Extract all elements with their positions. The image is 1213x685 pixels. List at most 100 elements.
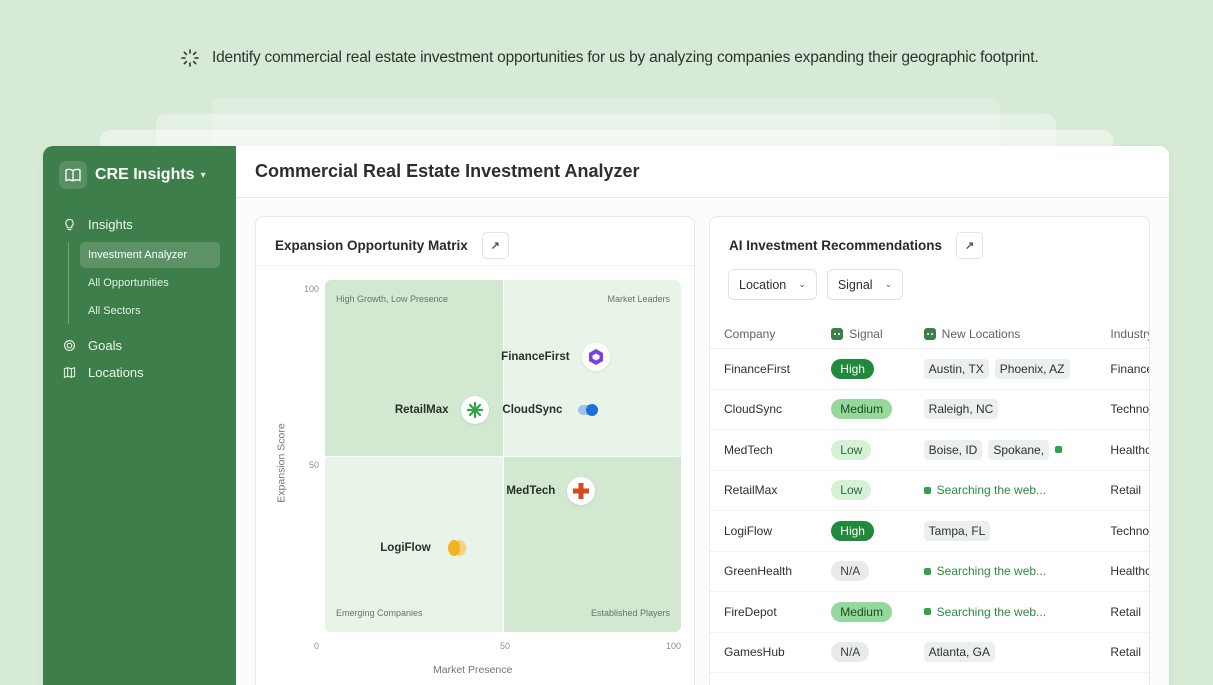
matrix-point-financefirst[interactable]: FinanceFirst <box>501 343 610 372</box>
signal-badge: N/A <box>831 642 870 663</box>
page-title: Commercial Real Estate Investment Analyz… <box>236 146 1169 198</box>
locations-cell: Raleigh, NC <box>923 399 1111 420</box>
sidebar-item-all-sectors[interactable]: All Sectors <box>80 298 220 324</box>
panel-title: Expansion Opportunity Matrix <box>275 238 468 253</box>
main-content: Commercial Real Estate Investment Analyz… <box>236 146 1169 685</box>
locations-cell: Tampa, FL <box>923 520 1111 541</box>
divider <box>256 265 694 266</box>
signal-cell: Low <box>831 439 923 460</box>
filter-label: Signal <box>837 277 873 292</box>
column-header-company[interactable]: Company <box>724 327 831 341</box>
chevron-down-icon: ⌄ <box>884 279 893 289</box>
searching-status: Searching the web... <box>923 483 1047 498</box>
workspace-name: CRE Insights <box>95 166 195 183</box>
loading-dot-icon <box>923 608 931 616</box>
table-row[interactable]: MedTechLowBoise, IDSpokane,Healthcare <box>710 430 1149 471</box>
searching-text: Searching the web... <box>936 483 1047 498</box>
location-tag: Boise, ID <box>923 439 983 460</box>
quadrant-label: Emerging Companies <box>336 608 423 618</box>
y-axis-label: Expansion Score <box>275 423 288 503</box>
quadrant-label: Market Leaders <box>607 294 670 304</box>
matrix-point-logiflow[interactable]: LogiFlow <box>380 534 470 562</box>
company-cell: GreenHealth <box>724 564 793 579</box>
signal-badge: High <box>831 520 874 541</box>
locations-cell: Boise, ID Spokane, <box>923 439 1111 460</box>
filter-label: Location <box>739 277 787 292</box>
y-tick-label: 50 <box>309 460 320 470</box>
column-header-new-locations[interactable]: New Locations <box>923 326 1111 341</box>
x-tick-label: 100 <box>666 641 682 651</box>
medical-cross-icon <box>567 477 596 506</box>
company-cell: LogiFlow <box>724 523 773 538</box>
arrow-up-right-icon: ↗ <box>490 240 500 252</box>
y-tick-label: 100 <box>304 284 320 294</box>
chevron-down-icon: ⌄ <box>798 279 806 289</box>
location-filter-dropdown[interactable]: Location ⌄ <box>728 269 817 300</box>
table-row[interactable]: LogiFlow High Tampa, FL Technology <box>710 511 1150 552</box>
signal-filter-dropdown[interactable]: Signal ⌄ <box>826 269 904 300</box>
company-cell: RetailMax <box>724 483 778 498</box>
arrow-up-right-icon: ↗ <box>964 240 975 252</box>
column-header-signal[interactable]: Signal <box>831 327 923 341</box>
table-row[interactable]: GreenHealth N/A Searching the web... Health… <box>710 552 1150 592</box>
signal-cell: High <box>831 358 923 379</box>
matrix-point-retailmax[interactable]: RetailMax <box>394 396 489 425</box>
signal-cell: Low <box>831 480 923 501</box>
company-cell: FinanceFirst <box>724 361 791 376</box>
table-row[interactable]: CloudSync Medium Raleigh, NC Technology <box>710 390 1150 430</box>
sidebar-item-insights[interactable]: Insights <box>59 211 220 238</box>
sidebar-item-investment-analyzer[interactable]: Investment Analyzer <box>80 242 220 268</box>
panel-title: AI Investment Recommendations <box>729 238 943 253</box>
workspace-switcher[interactable]: CRE Insights ▾ <box>59 161 220 189</box>
table-row[interactable]: RetailMax Low Searching the web... Retail <box>710 471 1149 511</box>
table-row[interactable]: FinanceFirst High Austin, TX Phoenix, AZ Fin… <box>710 349 1150 390</box>
sidebar-item-all-opportunities[interactable]: All Opportunities <box>80 270 220 296</box>
signal-cell: Medium <box>831 601 923 622</box>
industry-cell: Technology <box>1110 402 1150 417</box>
locations-cell: Searching the web... <box>923 483 1111 498</box>
location-tag: Spokane, <box>988 439 1050 460</box>
signal-badge: N/A <box>831 561 870 582</box>
signal-cell: N/A <box>831 561 923 582</box>
signal-badge: Low <box>831 480 872 501</box>
x-tick-label: 0 <box>314 641 320 651</box>
chevron-down-icon: ▾ <box>200 169 206 181</box>
hexagon-icon <box>581 343 610 372</box>
map-icon <box>63 366 76 379</box>
asterisk-icon <box>460 396 489 425</box>
searching-text: Searching the web... <box>936 564 1047 579</box>
toggle-icon <box>574 396 602 424</box>
prompt-bar: Identify commercial real estate investme… <box>180 48 1039 68</box>
table-row[interactable]: FireDepot Medium Searching the web... Retai… <box>710 592 1149 633</box>
location-tag: Atlanta, GA <box>923 642 996 663</box>
sidebar-item-label: Insights <box>88 217 133 232</box>
matrix-point-medtech[interactable]: MedTech <box>506 477 596 506</box>
signal-cell: N/A <box>831 642 923 663</box>
table-row[interactable]: GamesHub N/A Atlanta, GA Retail <box>710 633 1149 673</box>
location-tag: Raleigh, NC <box>923 399 999 420</box>
industry-cell: Technology <box>1110 523 1150 538</box>
column-header-industry[interactable]: Industry <box>1110 327 1149 341</box>
industry-cell: Finance <box>1110 361 1150 376</box>
matrix-point-cloudsync[interactable]: CloudSync <box>502 396 602 424</box>
opportunity-matrix: High Growth, Low Presence Market Leaders… <box>325 280 681 632</box>
prompt-text: Identify commercial real estate investme… <box>212 49 1039 66</box>
signal-badge: High <box>831 358 874 379</box>
loading-spinner-icon <box>181 49 199 67</box>
sidebar-item-goals[interactable]: Goals <box>59 332 220 359</box>
locations-cell: Searching the web... <box>923 564 1111 579</box>
column-header-label: New Locations <box>941 326 1021 341</box>
expand-button[interactable]: ↗ <box>481 232 509 259</box>
locations-cell: Austin, TX Phoenix, AZ <box>923 358 1111 379</box>
point-label: RetailMax <box>394 404 449 417</box>
signal-badge: Low <box>831 439 872 460</box>
signal-badge: Medium <box>831 399 892 420</box>
target-icon <box>64 340 75 351</box>
industry-cell: Retail <box>1110 483 1142 498</box>
expand-button[interactable]: ↗ <box>956 232 984 259</box>
sidebar-item-locations[interactable]: Locations <box>59 359 220 386</box>
sidebar: CRE Insights ▾ Insights Investment Analy… <box>43 146 236 685</box>
industry-cell: Healthcare <box>1110 564 1150 579</box>
location-tag: Tampa, FL <box>923 520 991 541</box>
searching-status: Searching the web... <box>923 605 1046 619</box>
